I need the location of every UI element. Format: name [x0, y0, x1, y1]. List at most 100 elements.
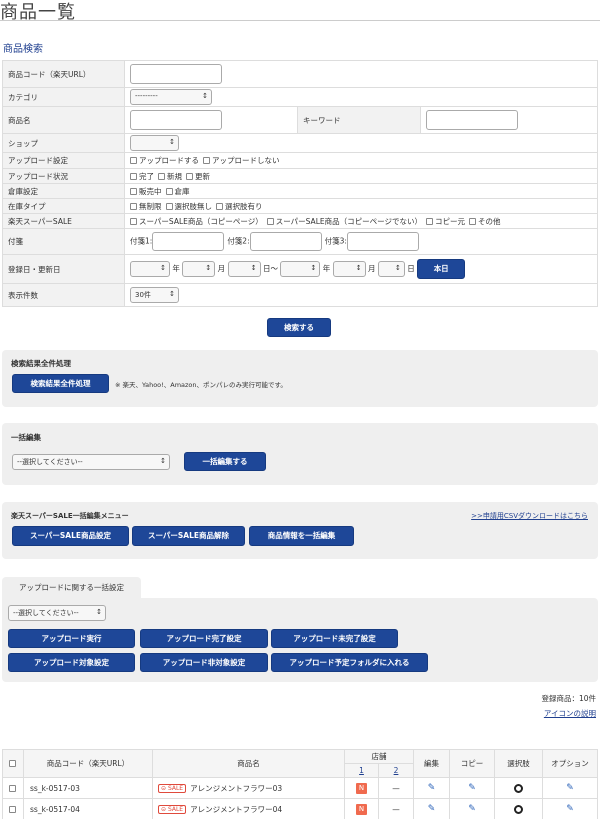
bulk-edit-select[interactable]: --選択してください-- — [12, 454, 170, 470]
upload-execute-button[interactable]: アップロード実行 — [8, 629, 135, 648]
row-name[interactable]: アレンジメントフラワー03 — [190, 784, 282, 793]
warehouse-option[interactable]: 倉庫 — [165, 187, 190, 196]
upload-settings-select[interactable]: --選択してください-- — [8, 605, 106, 621]
sale-option[interactable]: スーパーSALE商品（コピーページでない） — [266, 217, 422, 226]
memo2-input[interactable] — [249, 232, 322, 251]
memo-label: 付箋3: — [324, 236, 347, 246]
stock-type-option[interactable]: 選択肢有り — [216, 202, 263, 211]
unit-year: 年 — [322, 264, 331, 273]
checkbox[interactable] — [468, 217, 476, 225]
option-pencil-icon[interactable]: ✎ — [566, 783, 574, 793]
upload-settings-select-value: --選択してください-- — [13, 609, 79, 617]
csv-download-link[interactable]: >>申請用CSVダウンロードはこちら — [471, 511, 588, 521]
copy-pencil-icon[interactable]: ✎ — [468, 804, 476, 814]
sale-option[interactable]: その他 — [468, 217, 500, 226]
name-input[interactable] — [130, 110, 222, 130]
upload-incomplete-button[interactable]: アップロード未完了設定 — [271, 629, 398, 648]
shop-select[interactable] — [130, 135, 179, 151]
range-tilde: 〜 — [270, 264, 278, 273]
shop2-status: — — [378, 777, 414, 799]
product-table: 商品コード（楽天URL） 商品名 店舗 編集 コピー 選択肢 オプション 1 2… — [2, 749, 598, 819]
checkbox[interactable] — [266, 217, 274, 225]
label-upload-setting: アップロード設定 — [2, 152, 125, 169]
stock-type-option[interactable]: 選択肢無し — [165, 202, 212, 211]
shop-status-new-icon: N — [356, 803, 367, 815]
to-month-select[interactable] — [332, 261, 366, 277]
from-day-select[interactable] — [227, 261, 261, 277]
checkbox[interactable] — [425, 217, 433, 225]
upload-complete-button[interactable]: アップロード完了設定 — [140, 629, 268, 648]
code-input[interactable] — [130, 64, 222, 84]
memo3-input[interactable] — [346, 232, 419, 251]
row-checkbox[interactable] — [8, 805, 16, 813]
option-pencil-icon[interactable]: ✎ — [566, 804, 574, 814]
checkbox[interactable] — [130, 202, 137, 210]
upload-target-button[interactable]: アップロード対象設定 — [8, 653, 135, 672]
upload-status-option[interactable]: 新規 — [158, 172, 182, 181]
checkbox[interactable] — [158, 172, 165, 180]
icon-help-link[interactable]: アイコンの説明 — [544, 708, 596, 719]
from-month-select[interactable] — [182, 261, 216, 277]
label-name: 商品名 — [2, 106, 125, 134]
bulk-info-edit-button[interactable]: 商品情報を一括編集 — [249, 526, 354, 546]
col-shop-1[interactable]: 1 — [344, 763, 379, 778]
sale-option[interactable]: コピー元 — [425, 217, 465, 226]
checkbox[interactable] — [130, 172, 137, 180]
checkbox[interactable] — [130, 217, 137, 225]
checkbox[interactable] — [186, 172, 193, 180]
shop2-status: — — [378, 798, 414, 819]
memo1-input[interactable] — [152, 232, 225, 251]
sale-menu-title: 楽天スーパーSALE一括編集メニュー — [11, 512, 129, 520]
search-section-title: 商品検索 — [3, 44, 43, 55]
sale-unset-button[interactable]: スーパーSALE商品解除 — [132, 526, 245, 546]
keyword-input[interactable] — [426, 110, 518, 130]
bulk-process-note: ※ 楽天、Yahoo!、Amazon、ポンパレのみ実行可能です。 — [115, 381, 287, 389]
upload-setting-option[interactable]: アップロードする — [130, 156, 199, 165]
sale-badge: ⊝ SALE — [158, 805, 187, 814]
checkbox[interactable] — [216, 202, 223, 210]
to-day-select[interactable] — [377, 261, 405, 277]
bulk-edit-button[interactable]: 一括編集する — [184, 452, 266, 471]
checkbox[interactable] — [130, 157, 137, 164]
category-select[interactable]: --------- — [130, 89, 212, 105]
checkbox[interactable] — [203, 157, 210, 164]
checkbox[interactable] — [165, 202, 173, 210]
bulk-edit-title: 一括編集 — [11, 433, 41, 442]
search-button[interactable]: 検索する — [267, 318, 331, 337]
upload-setting-option[interactable]: アップロードしない — [203, 156, 280, 165]
copy-pencil-icon[interactable]: ✎ — [468, 783, 476, 793]
upload-status-option[interactable]: 更新 — [186, 172, 210, 181]
upload-nontarget-button[interactable]: アップロード非対象設定 — [140, 653, 268, 672]
to-year-select[interactable] — [280, 261, 321, 277]
row-checkbox[interactable] — [8, 784, 16, 792]
upload-folder-button[interactable]: アップロード予定フォルダに入れる — [271, 653, 428, 672]
row-name[interactable]: アレンジメントフラワー04 — [190, 805, 282, 814]
upload-settings-tab[interactable]: アップロードに関する一括設定 — [2, 577, 141, 600]
bulk-edit-select-value: --選択してください-- — [17, 458, 83, 466]
bulk-process-button[interactable]: 検索結果全件処理 — [12, 374, 109, 393]
choice-circle-icon[interactable] — [514, 804, 523, 814]
select-all-checkbox[interactable] — [8, 760, 16, 767]
col-shop-2[interactable]: 2 — [378, 763, 414, 778]
choice-circle-icon[interactable] — [514, 783, 523, 793]
stock-type-option[interactable]: 無制限 — [130, 202, 162, 211]
bulk-edit-panel: 一括編集 --選択してください-- 一括編集する — [2, 423, 598, 485]
label-keyword: キーワード — [297, 106, 421, 134]
unit-month: 月 — [217, 264, 226, 273]
warehouse-option[interactable]: 販売中 — [130, 187, 162, 196]
col-choice: 選択肢 — [494, 749, 543, 778]
checkbox[interactable] — [130, 187, 137, 195]
table-row: ss_k-0517-03 ⊝ SALE アレンジメントフラワー03 N — ✎ ✎… — [2, 777, 598, 799]
edit-pencil-icon[interactable]: ✎ — [428, 783, 436, 793]
edit-pencil-icon[interactable]: ✎ — [428, 804, 436, 814]
upload-status-option[interactable]: 完了 — [130, 172, 154, 181]
upload-settings-panel: --選択してください-- アップロード実行 アップロード完了設定 アップロード未… — [2, 598, 598, 682]
sale-set-button[interactable]: スーパーSALE商品設定 — [12, 526, 129, 546]
today-button[interactable]: 本日 — [417, 259, 466, 279]
label-date: 登録日・更新日 — [2, 254, 125, 284]
from-year-select[interactable] — [130, 261, 170, 277]
memo-label: 付箋2: — [227, 236, 250, 246]
checkbox[interactable] — [165, 187, 173, 195]
sale-option[interactable]: スーパーSALE商品（コピーページ） — [130, 217, 263, 226]
display-count-select[interactable]: 30件 — [130, 287, 179, 303]
